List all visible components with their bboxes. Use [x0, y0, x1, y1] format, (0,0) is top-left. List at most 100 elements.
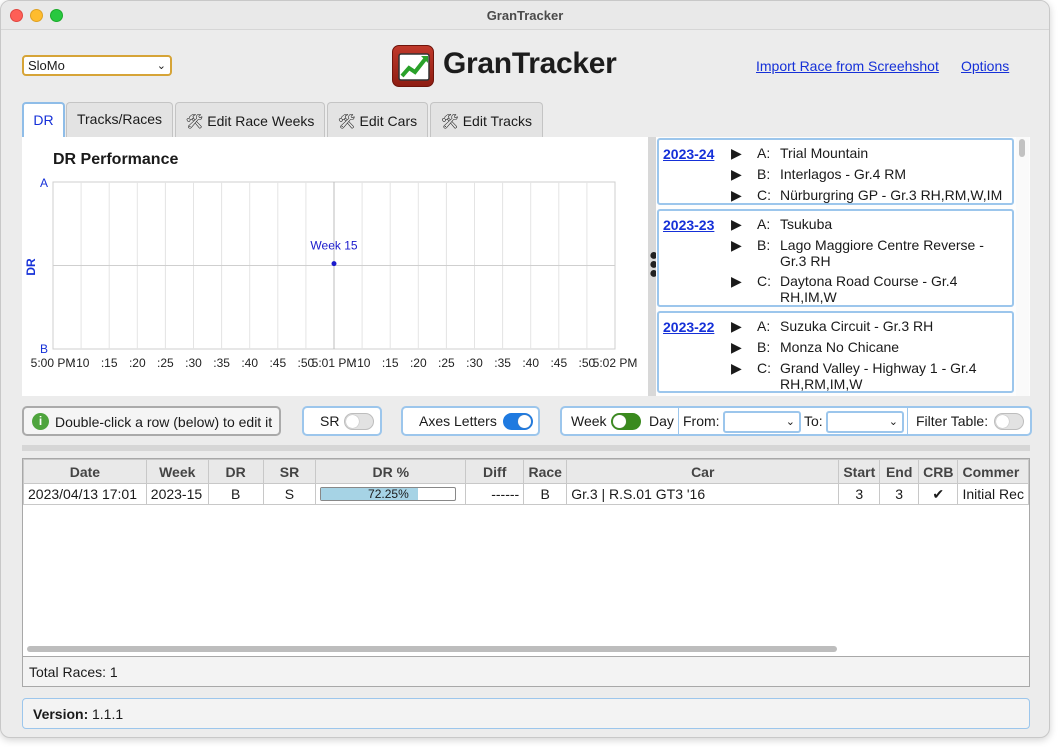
y-tick-b: B	[40, 342, 48, 356]
tab-tracks-races[interactable]: Tracks/Races	[66, 102, 173, 137]
table-horizontal-scrollbar[interactable]	[27, 646, 837, 652]
play-arrow-icon[interactable]: ▶	[731, 339, 742, 356]
race-letter: A:	[757, 216, 771, 232]
x-tick-label: :35	[494, 356, 511, 370]
tab-edit-race-weeks-label: Edit Race Weeks	[207, 113, 315, 129]
cell-sr: S	[262, 483, 317, 505]
cell-week: 2023-15	[145, 483, 209, 505]
cell-race: B	[523, 483, 568, 505]
col-week[interactable]: Week	[145, 459, 209, 484]
col-comment[interactable]: Commer	[957, 459, 1029, 484]
race-letter: A:	[757, 318, 771, 334]
tools-icon: 🛠	[185, 113, 204, 129]
data-point-label: Week 15	[310, 239, 357, 253]
col-diff[interactable]: Diff	[465, 459, 525, 484]
x-tick-label: :45	[550, 356, 567, 370]
race-track: Daytona Road Course - Gr.4 RH,IM,W	[780, 273, 958, 305]
scrollbar-thumb[interactable]	[1019, 139, 1025, 157]
race-week-link[interactable]: 2023-23	[663, 217, 714, 233]
x-tick-label: 5:01 PM	[312, 356, 357, 370]
x-tick-label: :15	[382, 356, 399, 370]
play-arrow-icon[interactable]: ▶	[731, 237, 742, 254]
col-dr-pct[interactable]: DR %	[315, 459, 467, 484]
x-tick-label: :40	[241, 356, 258, 370]
play-arrow-icon[interactable]: ▶	[731, 273, 742, 290]
x-tick-label: 5:00 PM	[31, 356, 76, 370]
from-select[interactable]: ⌄	[723, 411, 801, 433]
race-track: Monza No Chicane	[780, 339, 900, 355]
filter-table-toggle[interactable]	[994, 413, 1024, 430]
x-tick-label: :45	[269, 356, 286, 370]
race-track: Tsukuba	[780, 216, 833, 232]
col-start[interactable]: Start	[838, 459, 881, 484]
race-week-link[interactable]: 2023-22	[663, 319, 714, 335]
week-day-toggle[interactable]	[611, 413, 641, 430]
chevron-down-icon: ⌄	[156, 60, 166, 72]
race-letter: C:	[757, 187, 771, 203]
tab-dr-label: DR	[33, 112, 54, 128]
race-panel-scrollbar[interactable]	[1016, 137, 1029, 396]
app-logo-text: GranTracker	[443, 47, 617, 80]
axes-letters-group: Axes Letters	[401, 406, 540, 436]
edit-hint-text: Double-click a row (below) to edit it	[55, 414, 273, 430]
col-sr[interactable]: SR	[262, 459, 317, 484]
week-label: Week	[571, 413, 607, 429]
import-race-link[interactable]: Import Race from Screehshot	[756, 58, 939, 74]
cell-end: 3	[879, 483, 920, 505]
cell-start: 3	[838, 483, 881, 505]
dr-progress-text: 72.25%	[368, 487, 409, 501]
cell-date: 2023/04/13 17:01	[23, 483, 147, 505]
sr-toggle[interactable]	[344, 413, 374, 430]
dr-chart-plot: DR A B 5:00 PM:10:15:20:25:30:35:40:45:5…	[24, 176, 638, 370]
title-bar: GranTracker	[1, 1, 1049, 30]
panel-splitter[interactable]: ● ● ●	[648, 137, 659, 396]
play-arrow-icon[interactable]: ▶	[731, 145, 742, 162]
play-arrow-icon[interactable]: ▶	[731, 166, 742, 183]
version-box: Version: 1.1.1	[22, 698, 1030, 729]
to-select[interactable]: ⌄	[826, 411, 904, 433]
col-car[interactable]: Car	[566, 459, 840, 484]
day-label: Day	[649, 413, 674, 429]
chevron-down-icon: ⌄	[785, 416, 795, 428]
race-letter: B:	[757, 339, 771, 355]
tab-edit-tracks[interactable]: 🛠 Edit Tracks	[430, 102, 543, 137]
col-date[interactable]: Date	[23, 459, 147, 484]
info-icon: i	[32, 413, 49, 430]
data-point[interactable]	[331, 261, 337, 267]
col-crb[interactable]: CRB	[918, 459, 959, 484]
version-label: Version:	[33, 706, 89, 722]
window-title: GranTracker	[486, 8, 564, 23]
date-filter-group: Week Day From: ⌄ To: ⌄ Filter Table:	[560, 406, 1032, 436]
x-tick-label: :25	[157, 356, 174, 370]
race-week-card: 2023-23 ▶ A: Tsukuba ▶ B: Lago Maggiore …	[657, 209, 1014, 307]
race-track: Nürburgring GP - Gr.3 RH,RM,W,IM	[780, 187, 1003, 203]
col-end[interactable]: End	[879, 459, 920, 484]
x-tick-label: :25	[438, 356, 455, 370]
table-header-row: Date Week DR SR DR % Diff Race Car Start…	[23, 459, 1029, 484]
tab-edit-cars-label: Edit Cars	[359, 113, 418, 129]
tab-edit-race-weeks[interactable]: 🛠 Edit Race Weeks	[175, 102, 325, 137]
account-select[interactable]: SloMo ⌄	[22, 55, 172, 76]
col-dr[interactable]: DR	[207, 459, 264, 484]
filter-table-label: Filter Table:	[916, 413, 989, 429]
x-axis-ticks: 5:00 PM:10:15:20:25:30:35:40:45:505:01 P…	[31, 356, 638, 370]
race-letter: A:	[757, 145, 771, 161]
cell-crb: ✔	[918, 483, 959, 505]
tab-edit-cars[interactable]: 🛠 Edit Cars	[327, 102, 428, 137]
options-link[interactable]: Options	[961, 58, 1009, 74]
section-divider[interactable]	[22, 445, 1030, 451]
play-arrow-icon[interactable]: ▶	[731, 360, 742, 377]
axes-letters-toggle[interactable]	[503, 413, 533, 430]
tab-tracks-races-label: Tracks/Races	[76, 111, 163, 127]
play-arrow-icon[interactable]: ▶	[731, 187, 742, 204]
race-week-link[interactable]: 2023-24	[663, 146, 714, 162]
tab-dr[interactable]: DR	[22, 102, 65, 137]
x-tick-label: :20	[410, 356, 427, 370]
race-track: Lago Maggiore Centre Reverse - Gr.3 RH	[780, 237, 984, 269]
col-race[interactable]: Race	[523, 459, 568, 484]
table-row[interactable]: 2023/04/13 17:01 2023-15 B S 72.25% ----…	[23, 483, 1029, 505]
play-arrow-icon[interactable]: ▶	[731, 216, 742, 233]
play-arrow-icon[interactable]: ▶	[731, 318, 742, 335]
to-label: To:	[804, 413, 823, 429]
x-tick-label: :40	[522, 356, 539, 370]
